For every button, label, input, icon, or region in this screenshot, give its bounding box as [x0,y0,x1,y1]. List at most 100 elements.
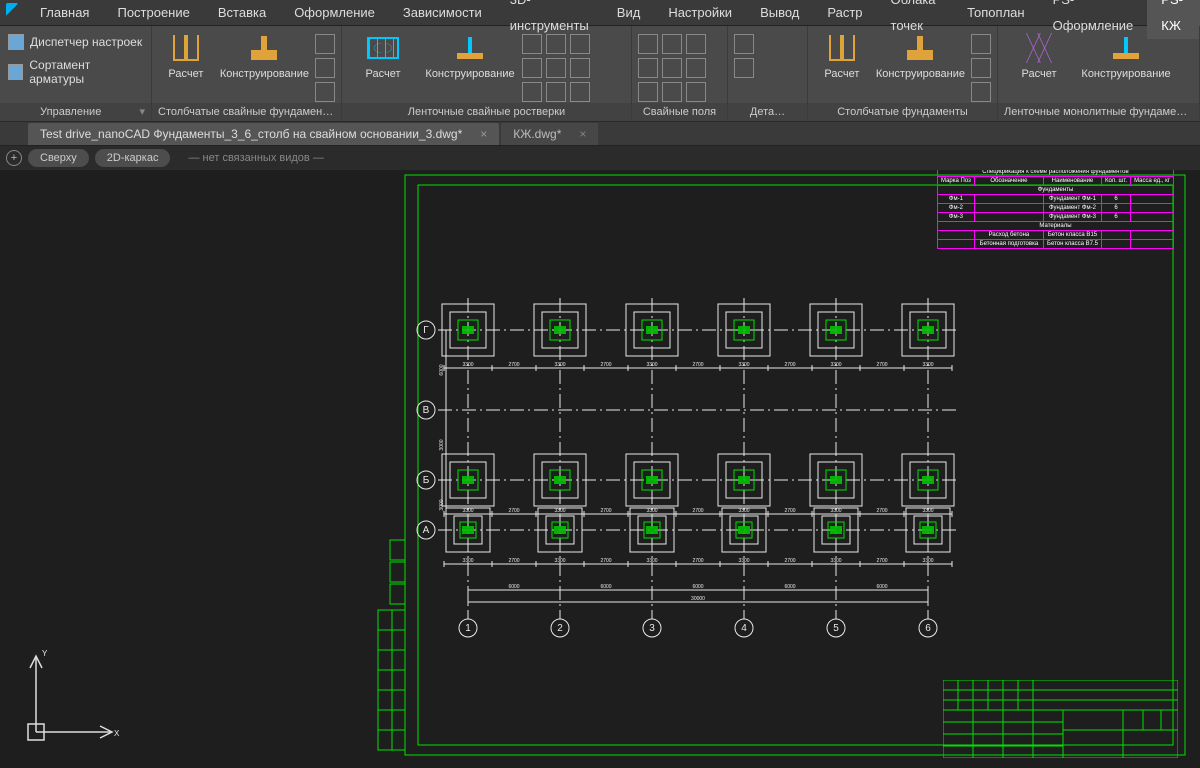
tool-icon[interactable] [522,34,542,54]
tool-icon[interactable] [686,82,706,102]
svg-text:3300: 3300 [462,508,473,514]
button-label: Расчет [366,68,401,81]
menu-item[interactable]: Топоплан [953,0,1038,26]
plate-icon [248,32,280,64]
ribbon: Диспетчер настроек Сортамент арматуры Уп… [0,26,1200,122]
tool-icon[interactable] [686,34,706,54]
svg-text:3: 3 [649,623,655,634]
tool-icon[interactable] [570,34,590,54]
column-icon [170,32,202,64]
calc-button[interactable]: Расчет [348,30,418,81]
calc-button[interactable]: Расчет [814,30,870,81]
tool-icon[interactable] [971,58,991,78]
svg-text:Б: Б [423,475,430,486]
menu-item[interactable]: Настройки [654,0,746,26]
svg-text:2700: 2700 [876,558,887,564]
calc-button[interactable]: Расчет [1004,30,1074,81]
svg-text:30000: 30000 [691,596,705,602]
menu-item[interactable]: Главная [26,0,103,26]
tool-icon[interactable] [570,58,590,78]
svg-text:2700: 2700 [600,508,611,514]
add-view-button[interactable]: + [6,150,22,166]
menu-item[interactable]: Построение [103,0,203,26]
rebar-catalog-button[interactable]: Сортамент арматуры [6,56,145,88]
svg-text:2700: 2700 [600,362,611,368]
close-icon[interactable]: × [480,127,487,141]
table-row: Расход бетонаБетон класса B15 [938,231,1174,240]
drawing-canvas[interactable]: Спецификация к схеме расположения фундам… [0,170,1200,768]
tool-icon[interactable] [662,82,682,102]
menu-item[interactable]: Зависимости [389,0,496,26]
svg-text:2700: 2700 [692,508,703,514]
tool-icon[interactable] [734,34,754,54]
button-label: Конструирование [425,68,514,81]
tool-icon[interactable] [522,58,542,78]
tool-icon[interactable] [638,82,658,102]
svg-text:3300: 3300 [646,508,657,514]
panel-small-tools [522,30,590,102]
svg-text:3000: 3000 [439,499,445,510]
tool-icon[interactable] [662,34,682,54]
svg-text:3300: 3300 [830,362,841,368]
tool-icon[interactable] [686,58,706,78]
settings-manager-button[interactable]: Диспетчер настроек [6,32,145,52]
svg-text:3000: 3000 [439,439,445,450]
svg-text:3300: 3300 [462,558,473,564]
tool-icon[interactable] [315,34,335,54]
panel-caption: Ленточные монолитные фундаменты [998,103,1199,121]
app-logo [6,3,18,23]
tool-icon[interactable] [315,82,335,102]
tool-icon[interactable] [734,58,754,78]
button-label: Конструирование [220,68,309,81]
tool-icon[interactable] [546,82,566,102]
button-label: Расчет [168,68,203,81]
menu-item[interactable]: Оформление [280,0,389,26]
tool-icon[interactable] [971,82,991,102]
button-label: Диспетчер настроек [30,35,142,49]
panel-small-tools [734,30,754,78]
tool-icon[interactable] [546,58,566,78]
design-button[interactable]: Конструирование [1080,30,1172,81]
plate-icon [904,32,936,64]
tool-icon[interactable] [971,34,991,54]
view-pill[interactable]: 2D-каркас [95,149,171,167]
tool-icon[interactable] [522,82,542,102]
menu-item[interactable]: Вид [603,0,655,26]
tool-icon[interactable] [546,34,566,54]
svg-text:Г: Г [423,325,429,336]
calc-button[interactable]: Расчет [158,30,214,81]
tool-icon[interactable] [638,58,658,78]
panel-caption: Свайные поля [632,103,727,121]
svg-text:6000: 6000 [439,364,445,375]
design-button[interactable]: Конструирование [876,30,965,81]
rebar-icon [8,64,23,80]
menu-item[interactable]: Растр [813,0,876,26]
svg-text:5: 5 [833,623,839,634]
button-label: Расчет [1022,68,1057,81]
view-pill-empty: — нет связанных видов — [176,149,335,167]
menu-item[interactable]: Вставка [204,0,280,26]
document-tab[interactable]: Test drive_nanoCAD Фундаменты_3_6_столб … [28,123,499,145]
button-label: Конструирование [876,68,965,81]
tool-icon[interactable] [570,82,590,102]
tool-icon[interactable] [638,34,658,54]
tab-label: КЖ.dwg* [513,127,561,141]
svg-text:4: 4 [741,623,747,634]
tool-icon[interactable] [662,58,682,78]
menu-item[interactable]: Вывод [746,0,813,26]
svg-text:3300: 3300 [554,558,565,564]
svg-text:А: А [423,525,430,536]
view-pill[interactable]: Сверху [28,149,89,167]
design-button[interactable]: Конструирование [424,30,516,81]
cross-icon [1023,32,1055,64]
design-button[interactable]: Конструирование [220,30,309,81]
document-tab[interactable]: КЖ.dwg* × [501,123,598,145]
close-icon[interactable]: × [579,127,586,141]
button-label: Конструирование [1081,68,1170,81]
svg-text:2700: 2700 [508,362,519,368]
panel-caption: Ленточные свайные ростверки [342,103,631,121]
tool-icon[interactable] [315,58,335,78]
button-label: Сортамент арматуры [29,58,143,86]
ucs-gizmo[interactable]: Y X [18,640,128,750]
table-row: Фм-1Фундамент Фм-16 [938,195,1174,204]
